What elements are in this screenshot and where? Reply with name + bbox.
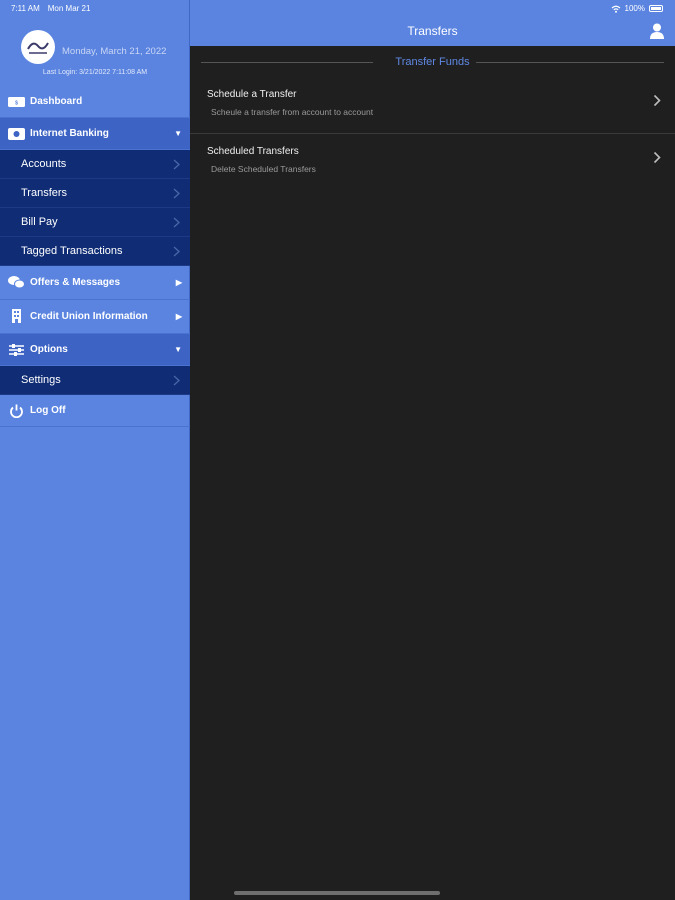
battery-percent: 100%	[624, 4, 645, 13]
sidebar-item-settings[interactable]: Settings	[0, 366, 190, 395]
credit-union-logo	[21, 30, 55, 64]
wifi-icon	[611, 5, 620, 13]
chevron-right-icon	[653, 151, 661, 164]
sidebar-item-label: Transfers	[21, 187, 68, 199]
sidebar-item-transfers[interactable]: Transfers	[0, 179, 190, 208]
building-icon	[12, 309, 21, 323]
list-item-subtitle: Scheule a transfer from account to accou…	[211, 107, 374, 117]
power-icon	[10, 404, 23, 418]
status-bar: 7:11 AM Mon Mar 21 100%	[0, 0, 675, 16]
user-icon[interactable]	[650, 23, 664, 39]
caret-down-icon: ▼	[174, 129, 182, 138]
svg-text:$: $	[15, 101, 18, 107]
sidebar-item-bill-pay[interactable]: Bill Pay	[0, 208, 190, 237]
sidebar-item-label: Bill Pay	[21, 216, 58, 228]
caret-right-icon: ▶	[175, 312, 182, 321]
section-header-transfer-funds: Transfer Funds	[201, 56, 664, 68]
sidebar-item-label: Log Off	[30, 405, 66, 416]
caret-down-icon: ▼	[174, 345, 182, 354]
page-title: Transfers	[407, 24, 458, 38]
chevron-right-icon	[173, 217, 180, 228]
status-date: Mon Mar 21	[47, 4, 91, 13]
sidebar-item-credit-union-info[interactable]: Credit Union Information ▶	[0, 300, 190, 334]
sidebar-item-accounts[interactable]: Accounts	[0, 150, 190, 179]
chevron-right-icon	[173, 159, 180, 170]
sidebar-item-options[interactable]: Options ▼	[0, 334, 190, 366]
list-item-schedule-transfer[interactable]: Schedule a Transfer Scheule a transfer f…	[190, 78, 675, 134]
messages-icon	[8, 276, 25, 289]
chevron-right-icon	[653, 94, 661, 107]
list-item-subtitle: Delete Scheduled Transfers	[211, 164, 316, 174]
last-login-text: Last Login: 3/21/2022 7:11:08 AM	[42, 69, 148, 76]
sidebar-item-label: Offers & Messages	[30, 277, 121, 288]
chevron-right-icon	[173, 188, 180, 199]
home-indicator[interactable]	[234, 891, 440, 895]
sidebar-item-dashboard[interactable]: $ Dashboard	[0, 86, 190, 118]
section-label: Transfer Funds	[389, 56, 476, 68]
sidebar-item-label: Dashboard	[30, 96, 83, 107]
list-item-title: Schedule a Transfer	[207, 89, 297, 100]
sidebar-item-label: Credit Union Information	[30, 311, 148, 322]
sidebar-nav: $ Dashboard Internet Banking ▼ Accounts …	[0, 86, 190, 427]
profile-date: Monday, March 21, 2022	[62, 46, 167, 57]
main-panel: Transfers Transfer Funds Schedule a Tran…	[190, 0, 675, 900]
sidebar-item-internet-banking[interactable]: Internet Banking ▼	[0, 118, 190, 150]
sidebar-item-label: Accounts	[21, 158, 67, 170]
sidebar-item-label: Internet Banking	[30, 128, 109, 139]
bank-icon	[8, 128, 25, 140]
sidebar-item-label: Settings	[21, 374, 61, 386]
list-item-scheduled-transfers[interactable]: Scheduled Transfers Delete Scheduled Tra…	[190, 135, 675, 191]
chevron-right-icon	[173, 375, 180, 386]
sidebar-item-log-off[interactable]: Log Off	[0, 395, 190, 427]
profile-header: Monday, March 21, 2022 Last Login: 3/21/…	[0, 16, 190, 86]
dashboard-icon: $	[8, 97, 25, 107]
sidebar-item-label: Tagged Transactions	[21, 245, 123, 257]
chevron-right-icon	[173, 246, 180, 257]
battery-icon	[649, 5, 663, 12]
sidebar-item-offers-messages[interactable]: Offers & Messages ▶	[0, 266, 190, 300]
sidebar: Monday, March 21, 2022 Last Login: 3/21/…	[0, 0, 190, 900]
sidebar-item-label: Options	[30, 344, 68, 355]
sidebar-item-tagged-transactions[interactable]: Tagged Transactions	[0, 237, 190, 266]
status-time: 7:11 AM	[11, 4, 40, 13]
list-item-title: Scheduled Transfers	[207, 146, 299, 157]
caret-right-icon: ▶	[175, 278, 182, 287]
sliders-icon	[9, 344, 24, 356]
